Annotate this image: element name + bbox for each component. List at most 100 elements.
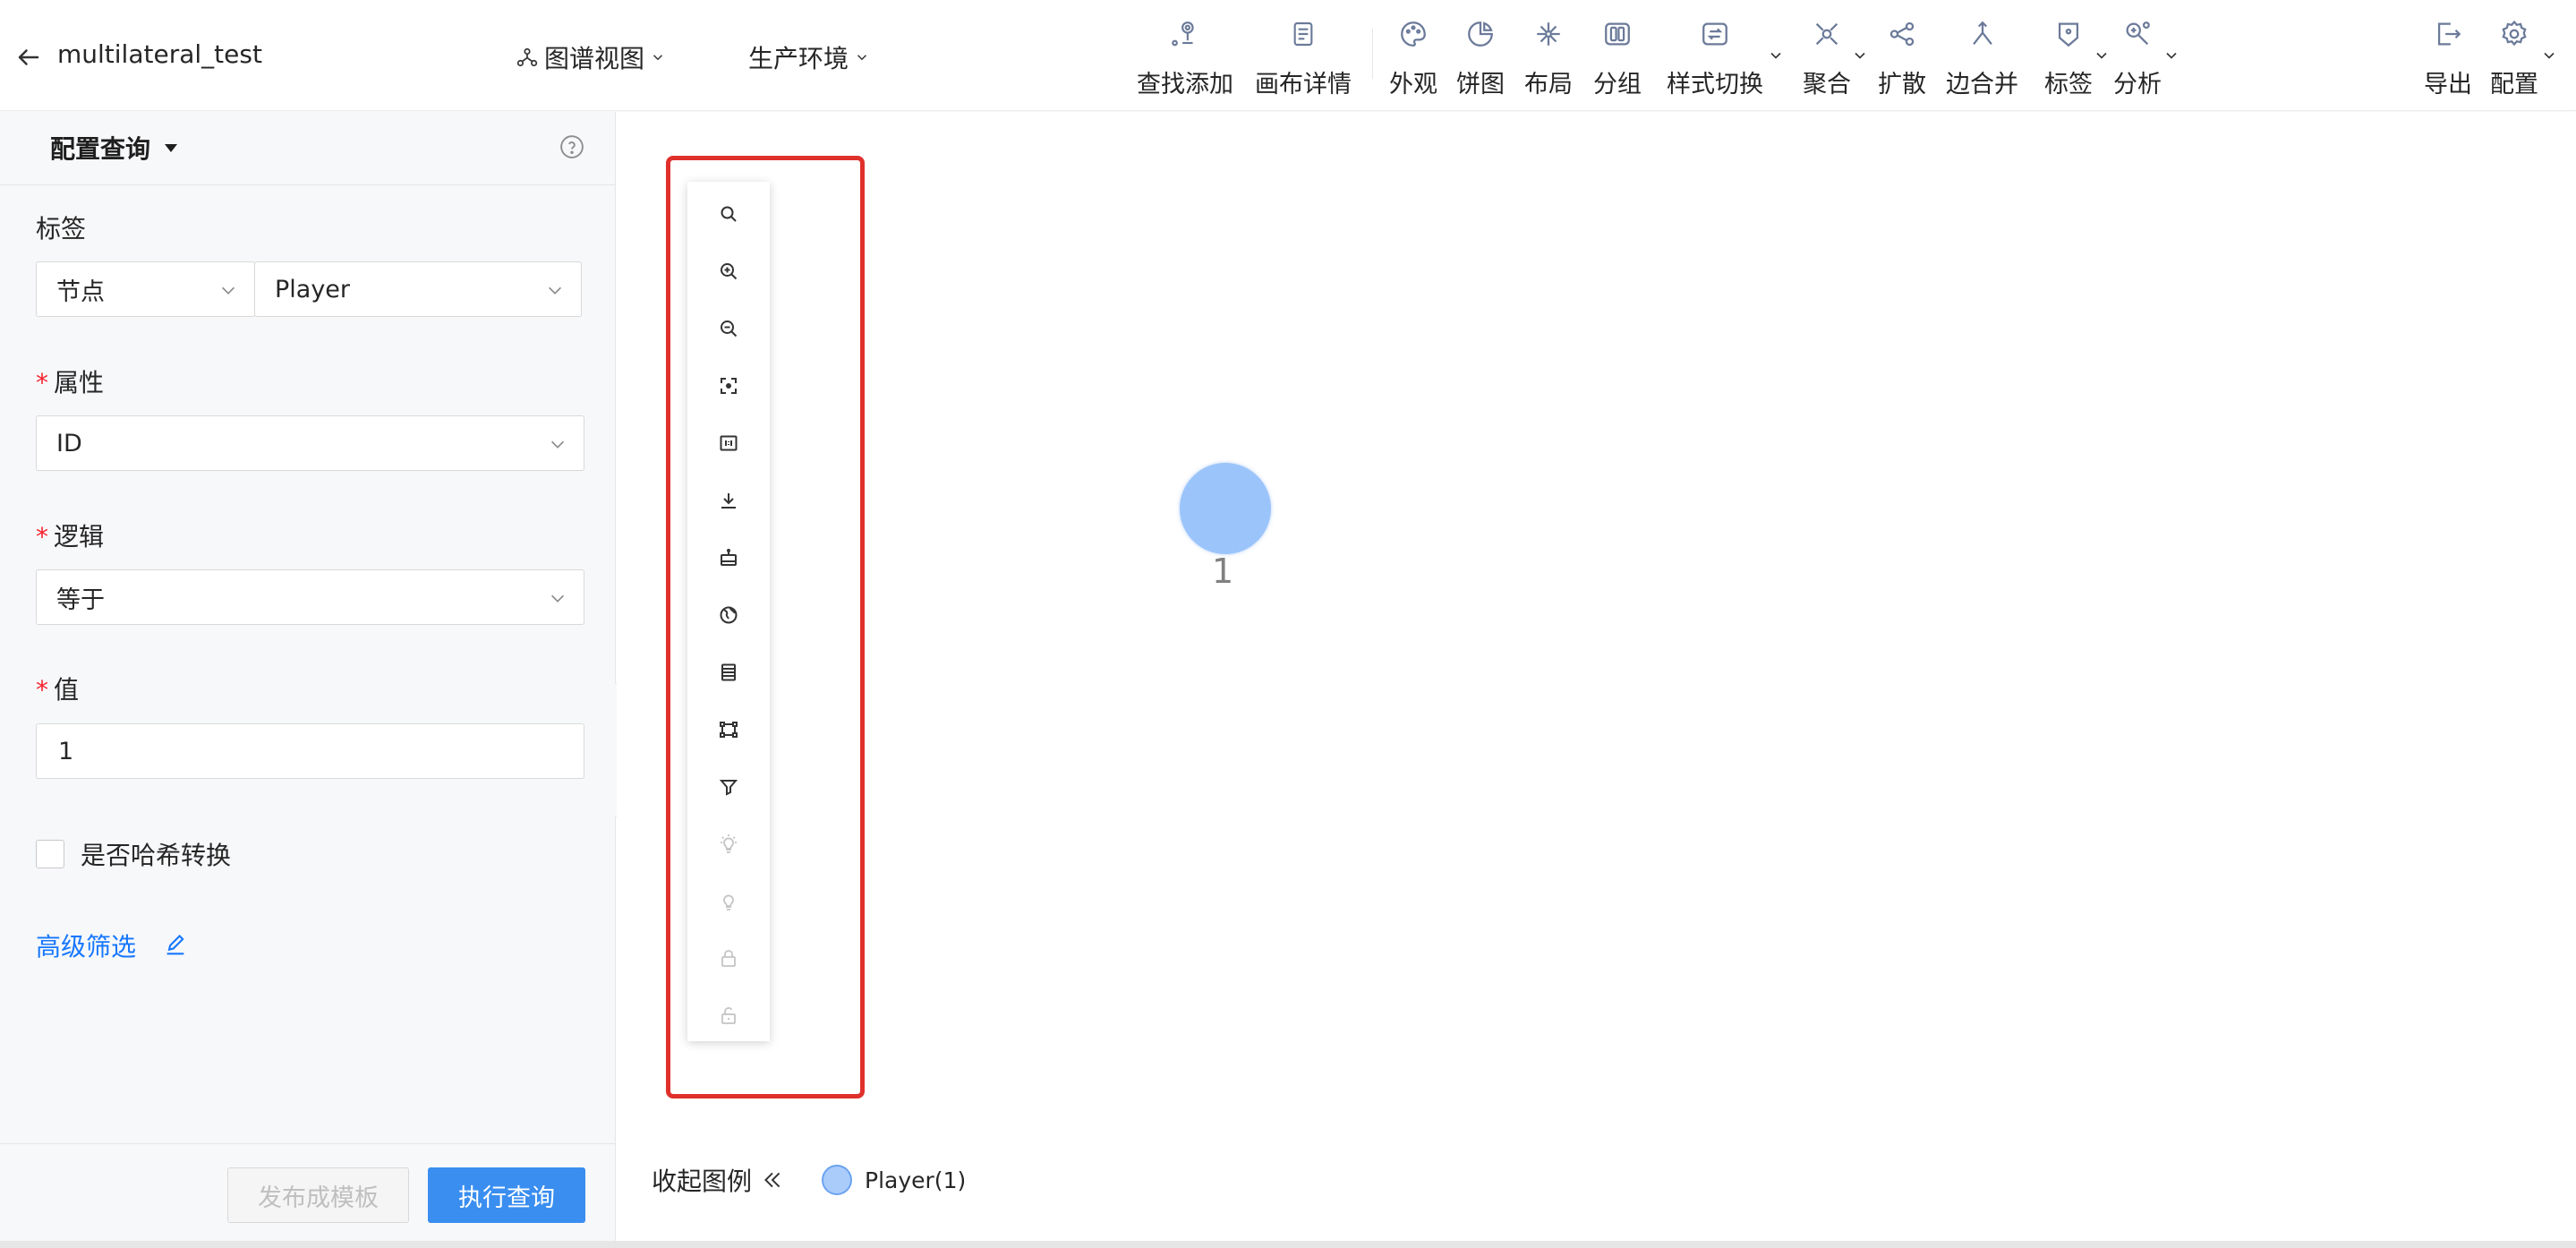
zoom-out-icon xyxy=(721,321,738,338)
window-bottom-edge xyxy=(0,1241,2576,1248)
double-chevron-left-icon xyxy=(764,1172,780,1188)
edit-icon[interactable] xyxy=(163,933,188,958)
required-mark: * xyxy=(36,368,48,397)
value-field-text: 值 xyxy=(54,675,80,705)
actual-size-icon xyxy=(720,435,738,451)
zoom-out-button[interactable] xyxy=(687,311,770,346)
label-name-value: Player xyxy=(275,275,351,303)
settings-button[interactable]: 配置 xyxy=(2490,16,2538,102)
globe-icon xyxy=(720,606,738,624)
aggregate-button[interactable]: 聚合 xyxy=(1803,16,1851,102)
unlock-button[interactable] xyxy=(687,998,770,1034)
view-mode-dropdown[interactable]: 图谱视图 xyxy=(516,39,666,75)
analysis-button[interactable]: 分析 xyxy=(2113,16,2162,102)
list-view-button[interactable] xyxy=(687,654,770,690)
chevron-down-icon xyxy=(857,55,867,61)
query-panel-title-dropdown[interactable]: 配置查询 xyxy=(50,130,179,166)
analysis-caret-icon[interactable] xyxy=(2162,47,2180,64)
settings-label: 配置 xyxy=(2490,71,2538,98)
app-window: multilateral_test 图谱视图 生产环境 查找添加 画布详情 外观… xyxy=(0,0,2576,1248)
document-icon xyxy=(1293,21,1313,47)
advanced-filter-link[interactable]: 高级筛选 xyxy=(36,927,188,963)
environment-dropdown[interactable]: 生产环境 xyxy=(748,39,870,75)
export-label: 导出 xyxy=(2424,71,2472,98)
merge-edges-label: 边合并 xyxy=(1946,71,2018,98)
find-add-button[interactable]: 查找添加 xyxy=(1137,16,1233,102)
back-button[interactable] xyxy=(13,41,45,73)
lightbulb-button[interactable] xyxy=(687,884,770,919)
chevron-down-icon xyxy=(550,594,565,603)
group-label: 分组 xyxy=(1593,71,1642,98)
aggregate-caret-icon[interactable] xyxy=(1851,47,1869,64)
value-input[interactable]: 1 xyxy=(36,723,584,779)
canvas-detail-label: 画布详情 xyxy=(1255,71,1352,98)
canvas-vertical-toolbar xyxy=(687,182,770,1041)
filter-icon xyxy=(719,780,738,796)
query-panel-title: 配置查询 xyxy=(50,134,151,164)
canvas-detail-button[interactable]: 画布详情 xyxy=(1255,16,1352,102)
legend-item-player[interactable]: Player(1) xyxy=(822,1165,966,1195)
label-type-select[interactable]: 节点 xyxy=(36,261,255,317)
aggregate-label: 聚合 xyxy=(1803,71,1851,98)
property-value: ID xyxy=(56,429,82,457)
switch-icon xyxy=(1702,22,1727,46)
globe-button[interactable] xyxy=(687,597,770,633)
gear-icon xyxy=(2502,20,2527,47)
merge-edges-button[interactable]: 边合并 xyxy=(1946,16,2018,102)
actual-size-button[interactable] xyxy=(687,425,770,461)
find-add-label: 查找添加 xyxy=(1137,71,1233,98)
chevron-down-icon xyxy=(548,286,562,295)
pin-icon xyxy=(1172,21,1194,47)
robot-button[interactable] xyxy=(687,540,770,576)
tags-caret-icon[interactable] xyxy=(2093,47,2111,64)
layout-button[interactable]: 布局 xyxy=(1524,16,1573,102)
style-switch-caret-icon[interactable] xyxy=(1767,47,1785,64)
legend: 收起图例 Player(1) xyxy=(652,1162,966,1198)
graph-node[interactable] xyxy=(1180,463,1271,554)
legend-toggle-button[interactable]: 收起图例 xyxy=(652,1162,784,1198)
export-button[interactable]: 导出 xyxy=(2424,16,2472,102)
value-field-label: * 值 xyxy=(36,671,79,706)
value-input-text: 1 xyxy=(58,737,74,765)
zoom-in-button[interactable] xyxy=(687,253,770,289)
required-mark: * xyxy=(36,522,48,551)
analysis-label: 分析 xyxy=(2113,71,2162,98)
property-select[interactable]: ID xyxy=(36,415,584,471)
expand-button[interactable]: 扩散 xyxy=(1878,16,1926,102)
graph-canvas[interactable] xyxy=(617,112,2576,1248)
tags-label: 标签 xyxy=(2044,71,2093,98)
caret-down-icon xyxy=(165,144,178,152)
logic-field-text: 逻辑 xyxy=(54,522,105,551)
aggregate-icon xyxy=(1815,22,1838,46)
logic-value: 等于 xyxy=(56,586,105,614)
tags-button[interactable]: 标签 xyxy=(2044,16,2093,102)
project-name: multilateral_test xyxy=(57,39,262,69)
hash-convert-checkbox[interactable]: 是否哈希转换 xyxy=(36,836,231,872)
label-name-select[interactable]: Player xyxy=(254,261,582,317)
property-field-label: * 属性 xyxy=(36,363,104,399)
label-field-text: 标签 xyxy=(36,214,87,244)
lightbulb-on-button[interactable] xyxy=(687,826,770,862)
canvas-search-button[interactable] xyxy=(687,196,770,232)
lock-icon xyxy=(721,950,736,967)
checkbox-box[interactable] xyxy=(36,840,64,868)
lock-button[interactable] xyxy=(687,941,770,977)
pie-chart-button[interactable]: 饼图 xyxy=(1456,16,1505,102)
group-button[interactable]: 分组 xyxy=(1593,16,1642,102)
help-icon[interactable] xyxy=(559,133,585,160)
required-mark: * xyxy=(36,675,48,705)
appearance-button[interactable]: 外观 xyxy=(1389,16,1437,102)
filter-button[interactable] xyxy=(687,769,770,805)
publish-template-button[interactable]: 发布成模板 xyxy=(227,1167,409,1223)
pie-chart-icon xyxy=(1468,21,1493,47)
execute-query-button[interactable]: 执行查询 xyxy=(428,1167,585,1223)
style-switch-button[interactable]: 样式切换 xyxy=(1667,16,1763,102)
logic-select[interactable]: 等于 xyxy=(36,569,584,625)
label-field-label: 标签 xyxy=(36,209,86,245)
fit-view-icon xyxy=(721,378,737,394)
property-field-text: 属性 xyxy=(54,368,105,397)
settings-caret-icon[interactable] xyxy=(2540,47,2558,64)
select-frame-button[interactable] xyxy=(687,712,770,748)
fit-view-button[interactable] xyxy=(687,368,770,404)
download-button[interactable] xyxy=(687,483,770,518)
